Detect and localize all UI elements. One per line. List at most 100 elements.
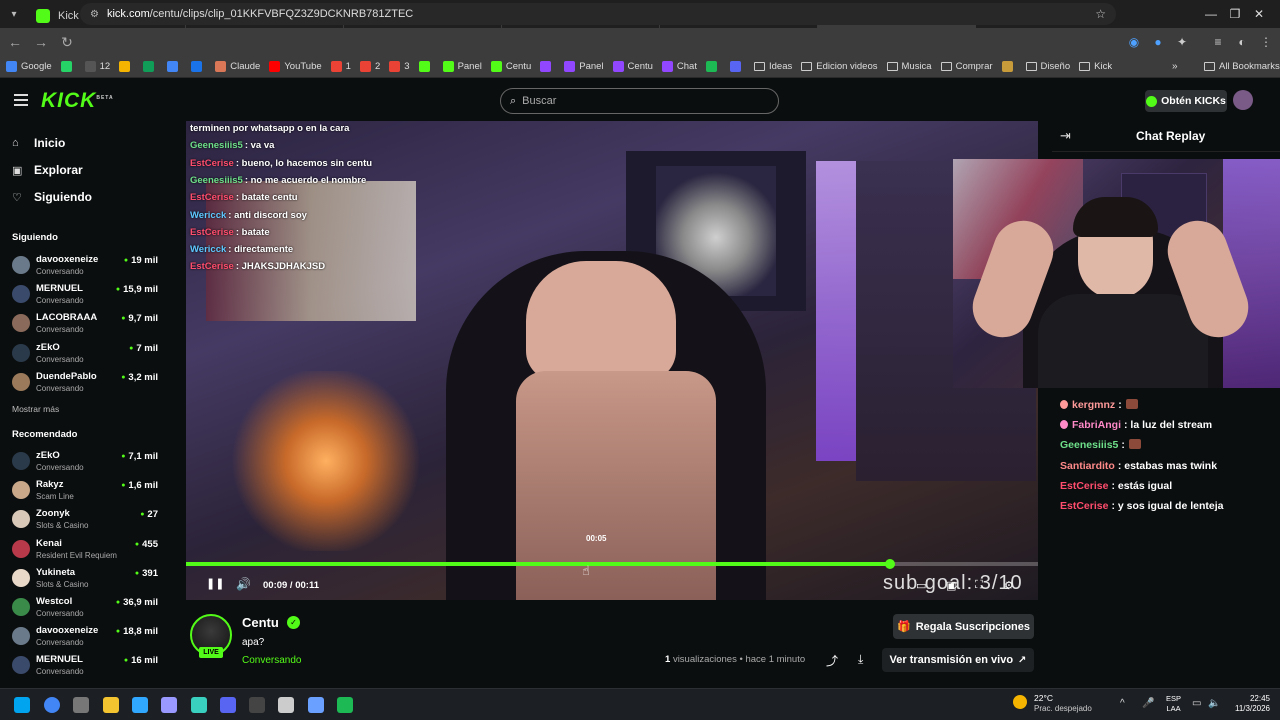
bookmark-item[interactable]	[191, 61, 206, 72]
taskbar-app-icon[interactable]	[190, 697, 207, 713]
reload-icon[interactable]: ↻	[54, 34, 80, 51]
bookmark-item[interactable]: Panel	[442, 61, 482, 72]
bookmark-item[interactable]	[540, 61, 555, 72]
show-more-link[interactable]: Mostrar más	[12, 404, 59, 414]
taskbar-app-icon[interactable]	[337, 697, 353, 713]
tray-chevron-icon[interactable]: ^	[1120, 698, 1125, 709]
taskbar-app-icon[interactable]	[219, 697, 236, 713]
seek-bar-handle[interactable]	[884, 559, 895, 569]
bookmarks-overflow-icon[interactable]: »	[1172, 61, 1178, 72]
url-input[interactable]: ⚙ kick.com/centu/clips/clip_01KKFVBFQZ3Z…	[80, 3, 1116, 25]
sidebar-channel[interactable]: davooxeneize Conversando 19 mil	[12, 253, 162, 279]
extension-shield-icon[interactable]: ●	[1150, 34, 1166, 50]
bookmark-item[interactable]: 1	[330, 61, 351, 72]
bookmark-item[interactable]	[143, 61, 158, 72]
bookmark-item[interactable]: Claude	[215, 61, 260, 72]
bookmark-item[interactable]	[729, 61, 745, 72]
bookmark-star-icon[interactable]: ☆	[1095, 7, 1106, 21]
extensions-puzzle-icon[interactable]: ✦	[1174, 34, 1190, 50]
bookmark-item[interactable]	[167, 61, 182, 72]
bookmark-item[interactable]: YouTube	[269, 61, 322, 72]
chat-username[interactable]: EstCerise	[1060, 480, 1108, 492]
profile-icon[interactable]: ◐	[1234, 34, 1250, 50]
sidebar-channel[interactable]: DuendePabloConversando 3,2 mil	[12, 370, 162, 396]
search-input[interactable]: ⌕ Buscar	[500, 88, 779, 114]
settings-gear-icon[interactable]: ⚙	[1004, 579, 1014, 592]
kick-logo[interactable]: KICKBETA	[41, 89, 114, 113]
bookmark-item[interactable]: Comprar	[940, 61, 993, 72]
sidebar-channel[interactable]: RakyzScam Line 1,6 mil	[12, 478, 162, 504]
taskbar-app-icon[interactable]	[278, 697, 295, 713]
chat-username[interactable]: FabriAngi	[1072, 419, 1121, 431]
bookmark-item[interactable]: Ideas	[753, 61, 792, 72]
bookmark-item[interactable]: Google	[6, 61, 52, 72]
bookmark-item[interactable]: Chat	[661, 61, 697, 72]
windows-start-icon[interactable]	[14, 697, 30, 713]
video-player[interactable]	[186, 121, 1038, 600]
sidebar-item-inicio[interactable]: ⌂ Inicio	[12, 136, 65, 150]
taskbar-app-icon[interactable]	[249, 697, 266, 713]
gift-subs-button[interactable]: 🎁 Regala Suscripciones	[893, 614, 1034, 639]
network-icon[interactable]: ▭	[1192, 698, 1201, 709]
taskbar-app-icon[interactable]	[131, 697, 148, 713]
watch-live-button[interactable]: Ver transmisión en vivo ↗	[882, 648, 1034, 672]
bookmark-item[interactable]: Centu	[612, 61, 653, 72]
download-icon[interactable]: ⤓	[858, 652, 863, 667]
forward-icon[interactable]: →	[28, 34, 54, 50]
sidebar-channel[interactable]: zEkO Conversando 7,1 mil	[12, 449, 162, 475]
volume-icon[interactable]: 🔊	[236, 577, 251, 591]
bookmark-item[interactable]	[1001, 61, 1017, 72]
taskbar-app-icon[interactable]	[73, 697, 90, 713]
language-indicator[interactable]: ESP LAA	[1166, 694, 1181, 714]
menu-icon[interactable]	[14, 94, 28, 106]
bookmark-item[interactable]	[119, 61, 134, 72]
bookmark-item[interactable]: Diseño	[1025, 61, 1070, 72]
theater-mode-icon[interactable]: ▭	[916, 579, 926, 592]
site-info-icon[interactable]: ⚙	[90, 9, 99, 20]
fullscreen-icon[interactable]: ⛶	[975, 579, 983, 592]
sidebar-channel[interactable]: MERNUELConversando 16 mil	[12, 653, 162, 679]
bookmark-item[interactable]: Panel	[564, 61, 604, 72]
taskbar-app-icon[interactable]	[307, 697, 324, 713]
chat-username[interactable]: kergmnz	[1072, 399, 1115, 411]
pip-icon[interactable]: ▣	[946, 579, 956, 592]
channel-name[interactable]: Centu	[242, 615, 279, 630]
user-avatar[interactable]	[1233, 90, 1253, 110]
taskbar-app-icon[interactable]	[161, 697, 178, 713]
sidebar-channel[interactable]: ZoonykSlots & Casino 27	[12, 507, 162, 533]
get-kicks-button[interactable]: Obtén KICKs	[1145, 90, 1227, 112]
bookmark-item[interactable]: 3	[389, 61, 410, 72]
share-icon[interactable]: ⤴	[826, 652, 838, 669]
sidebar-channel[interactable]: KenaiResident Evil Requiem 455	[12, 537, 162, 563]
sidebar-channel[interactable]: Westcol Conversando 36,9 mil	[12, 595, 162, 621]
sidebar-channel[interactable]: LACOBRAAAConversando 9,7 mil	[12, 311, 162, 337]
bookmark-item[interactable]: Edicion videos	[801, 61, 878, 72]
bookmark-item[interactable]	[60, 61, 76, 72]
chat-username[interactable]: EstCerise	[1060, 500, 1108, 512]
taskbar-app-icon[interactable]	[44, 697, 60, 713]
reading-list-icon[interactable]: ≡	[1210, 34, 1226, 50]
seek-bar[interactable]	[186, 559, 1038, 569]
sidebar-channel[interactable]: davooxeneizeConversando 18,8 mil	[12, 624, 162, 650]
sidebar-channel[interactable]: zEkOConversando 7 mil	[12, 341, 162, 367]
taskbar-app-icon[interactable]	[102, 697, 119, 713]
chrome-menu-icon[interactable]: ⋮	[1258, 34, 1274, 50]
chat-username[interactable]: Santiardito	[1060, 460, 1115, 472]
clip-category[interactable]: Conversando	[242, 655, 301, 666]
sidebar-item-explorar[interactable]: ▣ Explorar	[12, 163, 83, 177]
bookmark-item[interactable]	[705, 61, 721, 72]
system-clock[interactable]: 22:45 11/3/2026	[1226, 694, 1270, 714]
bookmark-item[interactable]: 2	[359, 61, 380, 72]
tab-search-icon[interactable]: ▾	[0, 0, 28, 28]
bookmark-item[interactable]	[418, 61, 434, 72]
sidebar-channel[interactable]: YukinetaSlots & Casino 391	[12, 566, 162, 592]
close-window-icon[interactable]: ✕	[1236, 0, 1280, 28]
speaker-icon[interactable]: 🔈	[1208, 698, 1220, 709]
microphone-icon[interactable]: 🎤	[1142, 698, 1154, 709]
all-bookmarks[interactable]: All Bookmarks	[1204, 61, 1280, 72]
bookmark-item[interactable]: 12	[84, 61, 110, 72]
pause-icon[interactable]: ❚❚	[206, 577, 224, 591]
sidebar-channel[interactable]: MERNUELConversando 15,9 mil	[12, 282, 162, 308]
sidebar-item-siguiendo[interactable]: ♡ Siguiendo	[12, 190, 92, 204]
back-icon[interactable]: ←	[2, 34, 28, 50]
